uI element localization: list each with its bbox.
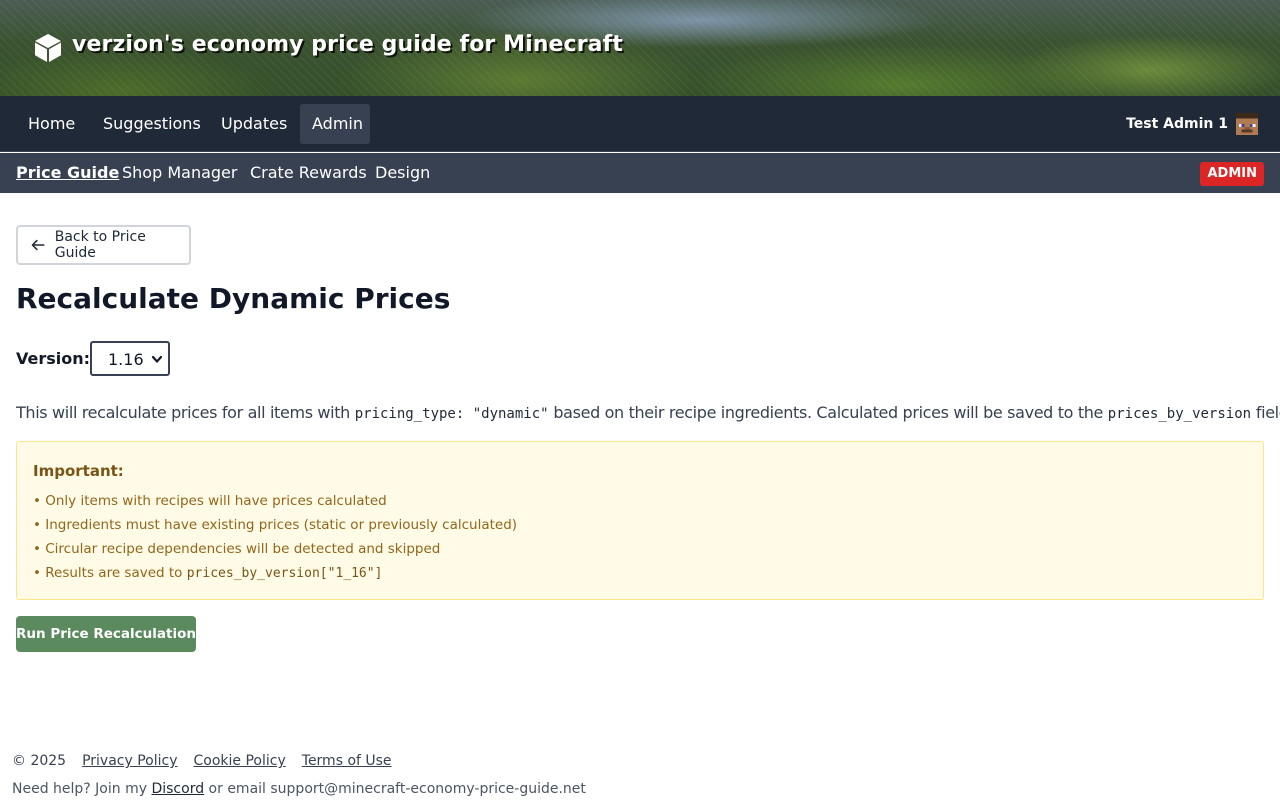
user-name: Test Admin 1 <box>1126 116 1228 132</box>
list-item: • Results are saved to prices_by_version… <box>33 565 383 581</box>
arrow-left-icon <box>31 239 45 251</box>
terms-of-use-link[interactable]: Terms of Use <box>302 753 392 769</box>
notice-title: Important: <box>33 462 124 480</box>
nav-item-admin[interactable]: Admin <box>300 104 370 144</box>
subnav-item-design[interactable]: Design <box>375 153 430 193</box>
user-menu[interactable]: Test Admin 1 <box>1126 104 1258 144</box>
list-item: • Circular recipe dependencies will be d… <box>33 541 441 557</box>
results-key-code: prices_by_version["1_16"] <box>186 566 383 581</box>
main-nav: Home Suggestions Updates Admin Test Admi… <box>0 96 1280 152</box>
nav-item-suggestions[interactable]: Suggestions <box>91 104 213 144</box>
minecraft-head-icon <box>1236 113 1258 135</box>
prices-by-version-code: prices_by_version <box>1107 406 1252 422</box>
nav-item-home[interactable]: Home <box>16 104 87 144</box>
list-item: • Ingredients must have existing prices … <box>33 517 518 533</box>
footer-help: Need help? Join my Discord or email supp… <box>12 781 586 797</box>
admin-subnav: Price Guide Shop Manager Crate Rewards D… <box>0 153 1280 193</box>
version-label: Version: <box>16 349 91 368</box>
cube-icon <box>35 34 61 62</box>
run-price-recalculation-button[interactable]: Run Price Recalculation <box>16 616 196 652</box>
chevron-down-icon <box>151 355 163 363</box>
site-title[interactable]: verzion's economy price guide for Minecr… <box>72 32 623 57</box>
version-select-value: 1.16 <box>108 350 144 369</box>
back-button-label: Back to Price Guide <box>54 229 146 261</box>
privacy-policy-link[interactable]: Privacy Policy <box>82 753 177 769</box>
cookie-policy-link[interactable]: Cookie Policy <box>194 753 286 769</box>
recalculation-description: This will recalculate prices for all ite… <box>16 403 1280 422</box>
admin-badge: ADMIN <box>1200 162 1264 186</box>
page-title: Recalculate Dynamic Prices <box>16 282 451 315</box>
nav-item-updates[interactable]: Updates <box>209 104 299 144</box>
subnav-item-crate-rewards[interactable]: Crate Rewards <box>250 153 367 193</box>
copyright: © 2025 <box>12 753 67 769</box>
subnav-item-shop-manager[interactable]: Shop Manager <box>122 153 237 193</box>
subnav-item-price-guide[interactable]: Price Guide <box>16 153 119 193</box>
list-item: • Only items with recipes will have pric… <box>33 493 387 509</box>
back-to-price-guide-button[interactable]: Back to Price Guide <box>16 225 191 265</box>
pricing-type-code: pricing_type: "dynamic" <box>354 406 549 422</box>
important-notice: Important: • Only items with recipes wil… <box>16 441 1264 600</box>
footer-links: © 2025 Privacy Policy Cookie Policy Term… <box>12 753 392 769</box>
site-header-banner: verzion's economy price guide for Minecr… <box>0 0 1280 96</box>
version-select[interactable]: 1.16 <box>90 341 170 376</box>
notice-list: • Only items with recipes will have pric… <box>33 492 517 588</box>
discord-link[interactable]: Discord <box>151 781 204 797</box>
